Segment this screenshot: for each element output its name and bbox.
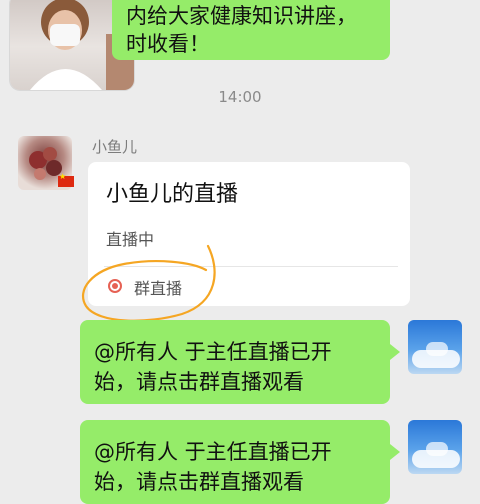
self-message-line2: 始，请点击群直播观看 [94, 370, 304, 394]
self-message-bubble[interactable]: @所有人 于主任直播已开 始，请点击群直播观看 [80, 420, 390, 504]
self-message-bubble[interactable]: @所有人 于主任直播已开 始，请点击群直播观看 [80, 320, 390, 404]
previous-message-bubble[interactable]: 内给大家健康知识讲座， 时收看！ [112, 0, 390, 60]
chat-timestamp: 14:00 [218, 88, 262, 106]
self-message-line1: @所有人 于主任直播已开 [94, 440, 332, 464]
self-message-line1: @所有人 于主任直播已开 [94, 340, 332, 364]
bubble-tail [390, 344, 400, 360]
self-message-line2: 始，请点击群直播观看 [94, 470, 304, 494]
self-avatar[interactable] [408, 420, 462, 474]
previous-message-line2: 时收看！ [126, 32, 210, 56]
self-avatar[interactable] [408, 320, 462, 374]
previous-message-line1: 内给大家健康知识讲座， [126, 4, 357, 28]
hand-drawn-circle-annotation [81, 244, 216, 322]
bubble-tail [390, 444, 400, 460]
china-flag-icon [58, 172, 74, 187]
sender-name: 小鱼儿 [92, 138, 138, 156]
live-card-title: 小鱼儿的直播 [106, 182, 239, 207]
